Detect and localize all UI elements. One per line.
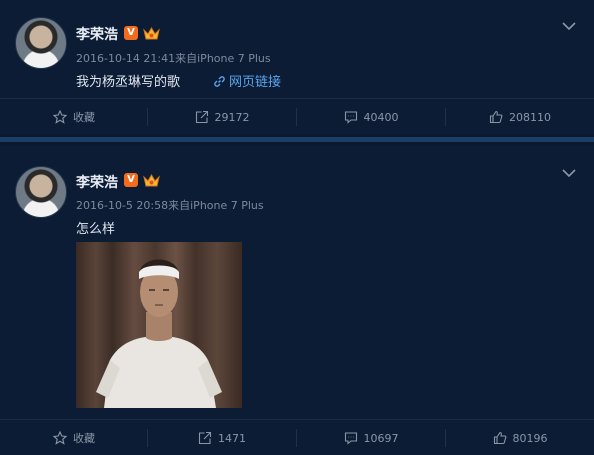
web-link[interactable]: 网页链接: [213, 71, 281, 90]
repost-count: 29172: [214, 110, 250, 124]
favorite-button[interactable]: 收藏: [0, 420, 148, 455]
post-divider: [0, 134, 594, 146]
star-icon: [53, 431, 67, 445]
comment-icon: [344, 111, 357, 124]
web-link-label: 网页链接: [229, 75, 282, 90]
comment-button[interactable]: 10697: [297, 420, 445, 455]
post-photo[interactable]: [76, 242, 242, 408]
repost-button[interactable]: 29172: [148, 99, 296, 135]
post-meta[interactable]: 2016-10-5 20:58来自iPhone 7 Plus: [76, 197, 264, 213]
person-photo-illustration: [96, 259, 222, 408]
favorite-label: 收藏: [73, 111, 95, 124]
avatar[interactable]: [15, 17, 67, 69]
repost-icon: [195, 110, 208, 124]
repost-count: 1471: [218, 431, 246, 445]
author-name[interactable]: 李荣浩: [76, 24, 118, 44]
favorite-label: 收藏: [73, 432, 95, 445]
weibo-post: 李荣浩 V 2016-10-14 21:41来自iPhone 7 Plus 我为…: [0, 0, 594, 134]
verified-badge-icon: V: [124, 173, 138, 187]
like-count: 80196: [512, 431, 548, 445]
link-icon: [214, 76, 225, 87]
comment-count: 40400: [363, 110, 399, 124]
chevron-down-icon[interactable]: [562, 21, 576, 31]
repost-button[interactable]: 1471: [148, 420, 296, 455]
verified-badge-icon: V: [124, 26, 138, 40]
comment-button[interactable]: 40400: [297, 99, 445, 135]
chevron-down-icon[interactable]: [562, 168, 576, 178]
like-button[interactable]: 80196: [446, 420, 594, 455]
repost-icon: [198, 431, 212, 445]
favorite-button[interactable]: 收藏: [0, 99, 148, 135]
thumbs-up-icon: [493, 431, 506, 445]
thumbs-up-icon: [489, 110, 503, 124]
weibo-post: 李荣浩 V 2016-10-5 20:58来自iPhone 7 Plus 怎么样: [0, 146, 594, 455]
like-count: 208110: [509, 110, 551, 124]
crown-badge-icon: [143, 174, 160, 187]
comment-count: 10697: [363, 431, 399, 445]
author-name[interactable]: 李荣浩: [76, 172, 118, 192]
post-actions: 收藏 1471 10697 80196: [0, 419, 594, 455]
star-icon: [53, 110, 67, 124]
avatar[interactable]: [15, 166, 67, 218]
post-actions: 收藏 29172 40400 208110: [0, 98, 594, 134]
comment-icon: [344, 432, 357, 445]
post-meta[interactable]: 2016-10-14 21:41来自iPhone 7 Plus: [76, 50, 271, 66]
crown-badge-icon: [143, 27, 160, 40]
post-text: 怎么样: [76, 222, 116, 237]
post-text: 我为杨丞琳写的歌: [76, 75, 181, 90]
like-button[interactable]: 208110: [446, 99, 594, 135]
